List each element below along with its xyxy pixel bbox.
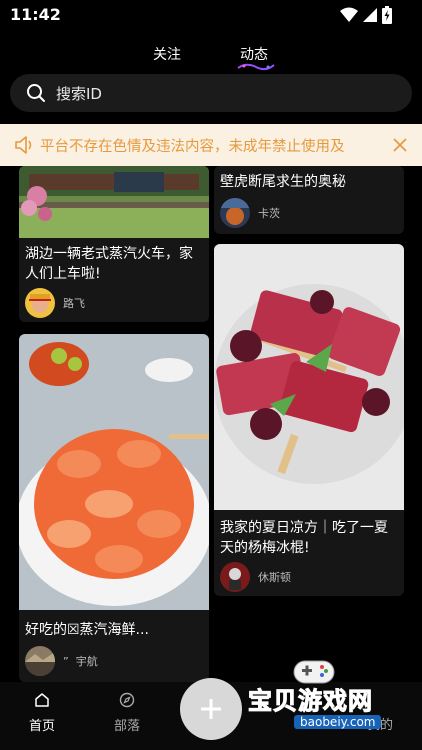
nav-home[interactable]: 首页 <box>12 692 72 734</box>
battery-icon <box>382 6 392 24</box>
tab-follow[interactable]: 关注 <box>153 44 181 64</box>
close-icon[interactable] <box>392 137 408 153</box>
avatar <box>25 646 55 676</box>
watermark-name: 宝贝游戏网 <box>248 687 373 716</box>
nav-tribe[interactable]: 部落 <box>97 692 157 734</box>
search-placeholder: 搜索ID <box>56 85 102 103</box>
post-title: 壁虎断尾求生的奥秘 <box>220 174 346 190</box>
avatar <box>220 198 250 228</box>
watermark-url: baobeiy.com <box>294 715 382 729</box>
post-card[interactable]: 好吃的☒蒸汽海鲜... ” 宇航 <box>19 334 209 682</box>
active-tab-indicator <box>237 63 275 71</box>
post-author: 路飞 <box>25 288 85 318</box>
top-tabs: 关注 动态 <box>0 44 422 71</box>
status-bar: 11:42 <box>0 0 422 30</box>
author-name-text: 宇航 <box>75 655 98 668</box>
search-input[interactable]: 搜索ID <box>10 74 412 112</box>
post-author: 休斯顿 <box>220 562 291 592</box>
post-image-popsicles <box>214 244 404 510</box>
status-icons <box>340 6 392 24</box>
signal-icon <box>363 8 377 22</box>
compass-icon <box>119 692 135 708</box>
post-title: 好吃的☒蒸汽海鲜... <box>25 622 149 638</box>
author-name: 路飞 <box>63 297 85 310</box>
avatar <box>25 288 55 318</box>
author-name-prefix: ” <box>63 655 69 668</box>
create-post-button[interactable] <box>180 678 242 740</box>
post-card[interactable]: 我家的夏日凉方｜吃了一夏天的杨梅冰棍! 休斯顿 <box>214 244 404 596</box>
search-icon <box>27 84 45 102</box>
post-image-train <box>19 166 209 238</box>
post-title: 我家的夏日凉方｜吃了一夏天的杨梅冰棍! <box>220 520 388 556</box>
status-time: 11:42 <box>10 5 61 24</box>
notice-bar: 平台不存在色情及违法内容，未成年禁止使用及 <box>0 124 422 166</box>
post-title: 湖边一辆老式蒸汽火车，家人们上车啦! <box>25 246 193 282</box>
post-author: 卡茨 <box>220 198 280 228</box>
author-name: 休斯顿 <box>258 571 291 584</box>
notice-text: 平台不存在色情及违法内容，未成年禁止使用及 <box>40 139 345 155</box>
author-name: 卡茨 <box>258 207 280 220</box>
wifi-icon <box>340 7 358 22</box>
post-image-shrimp <box>19 334 209 610</box>
home-icon <box>35 693 49 707</box>
post-card[interactable]: 壁虎断尾求生的奥秘 卡茨 <box>214 166 404 234</box>
avatar <box>220 562 250 592</box>
plus-icon <box>201 699 221 719</box>
post-card[interactable]: 湖边一辆老式蒸汽火车，家人们上车啦! 路飞 <box>19 166 209 322</box>
nav-home-label: 首页 <box>28 719 55 734</box>
nav-tribe-label: 部落 <box>113 719 140 734</box>
author-name: ” 宇航 <box>63 653 98 669</box>
watermark: 宝贝游戏网 baobeiy.com <box>244 655 414 745</box>
post-author: ” 宇航 <box>25 646 98 676</box>
speaker-icon <box>15 136 32 154</box>
